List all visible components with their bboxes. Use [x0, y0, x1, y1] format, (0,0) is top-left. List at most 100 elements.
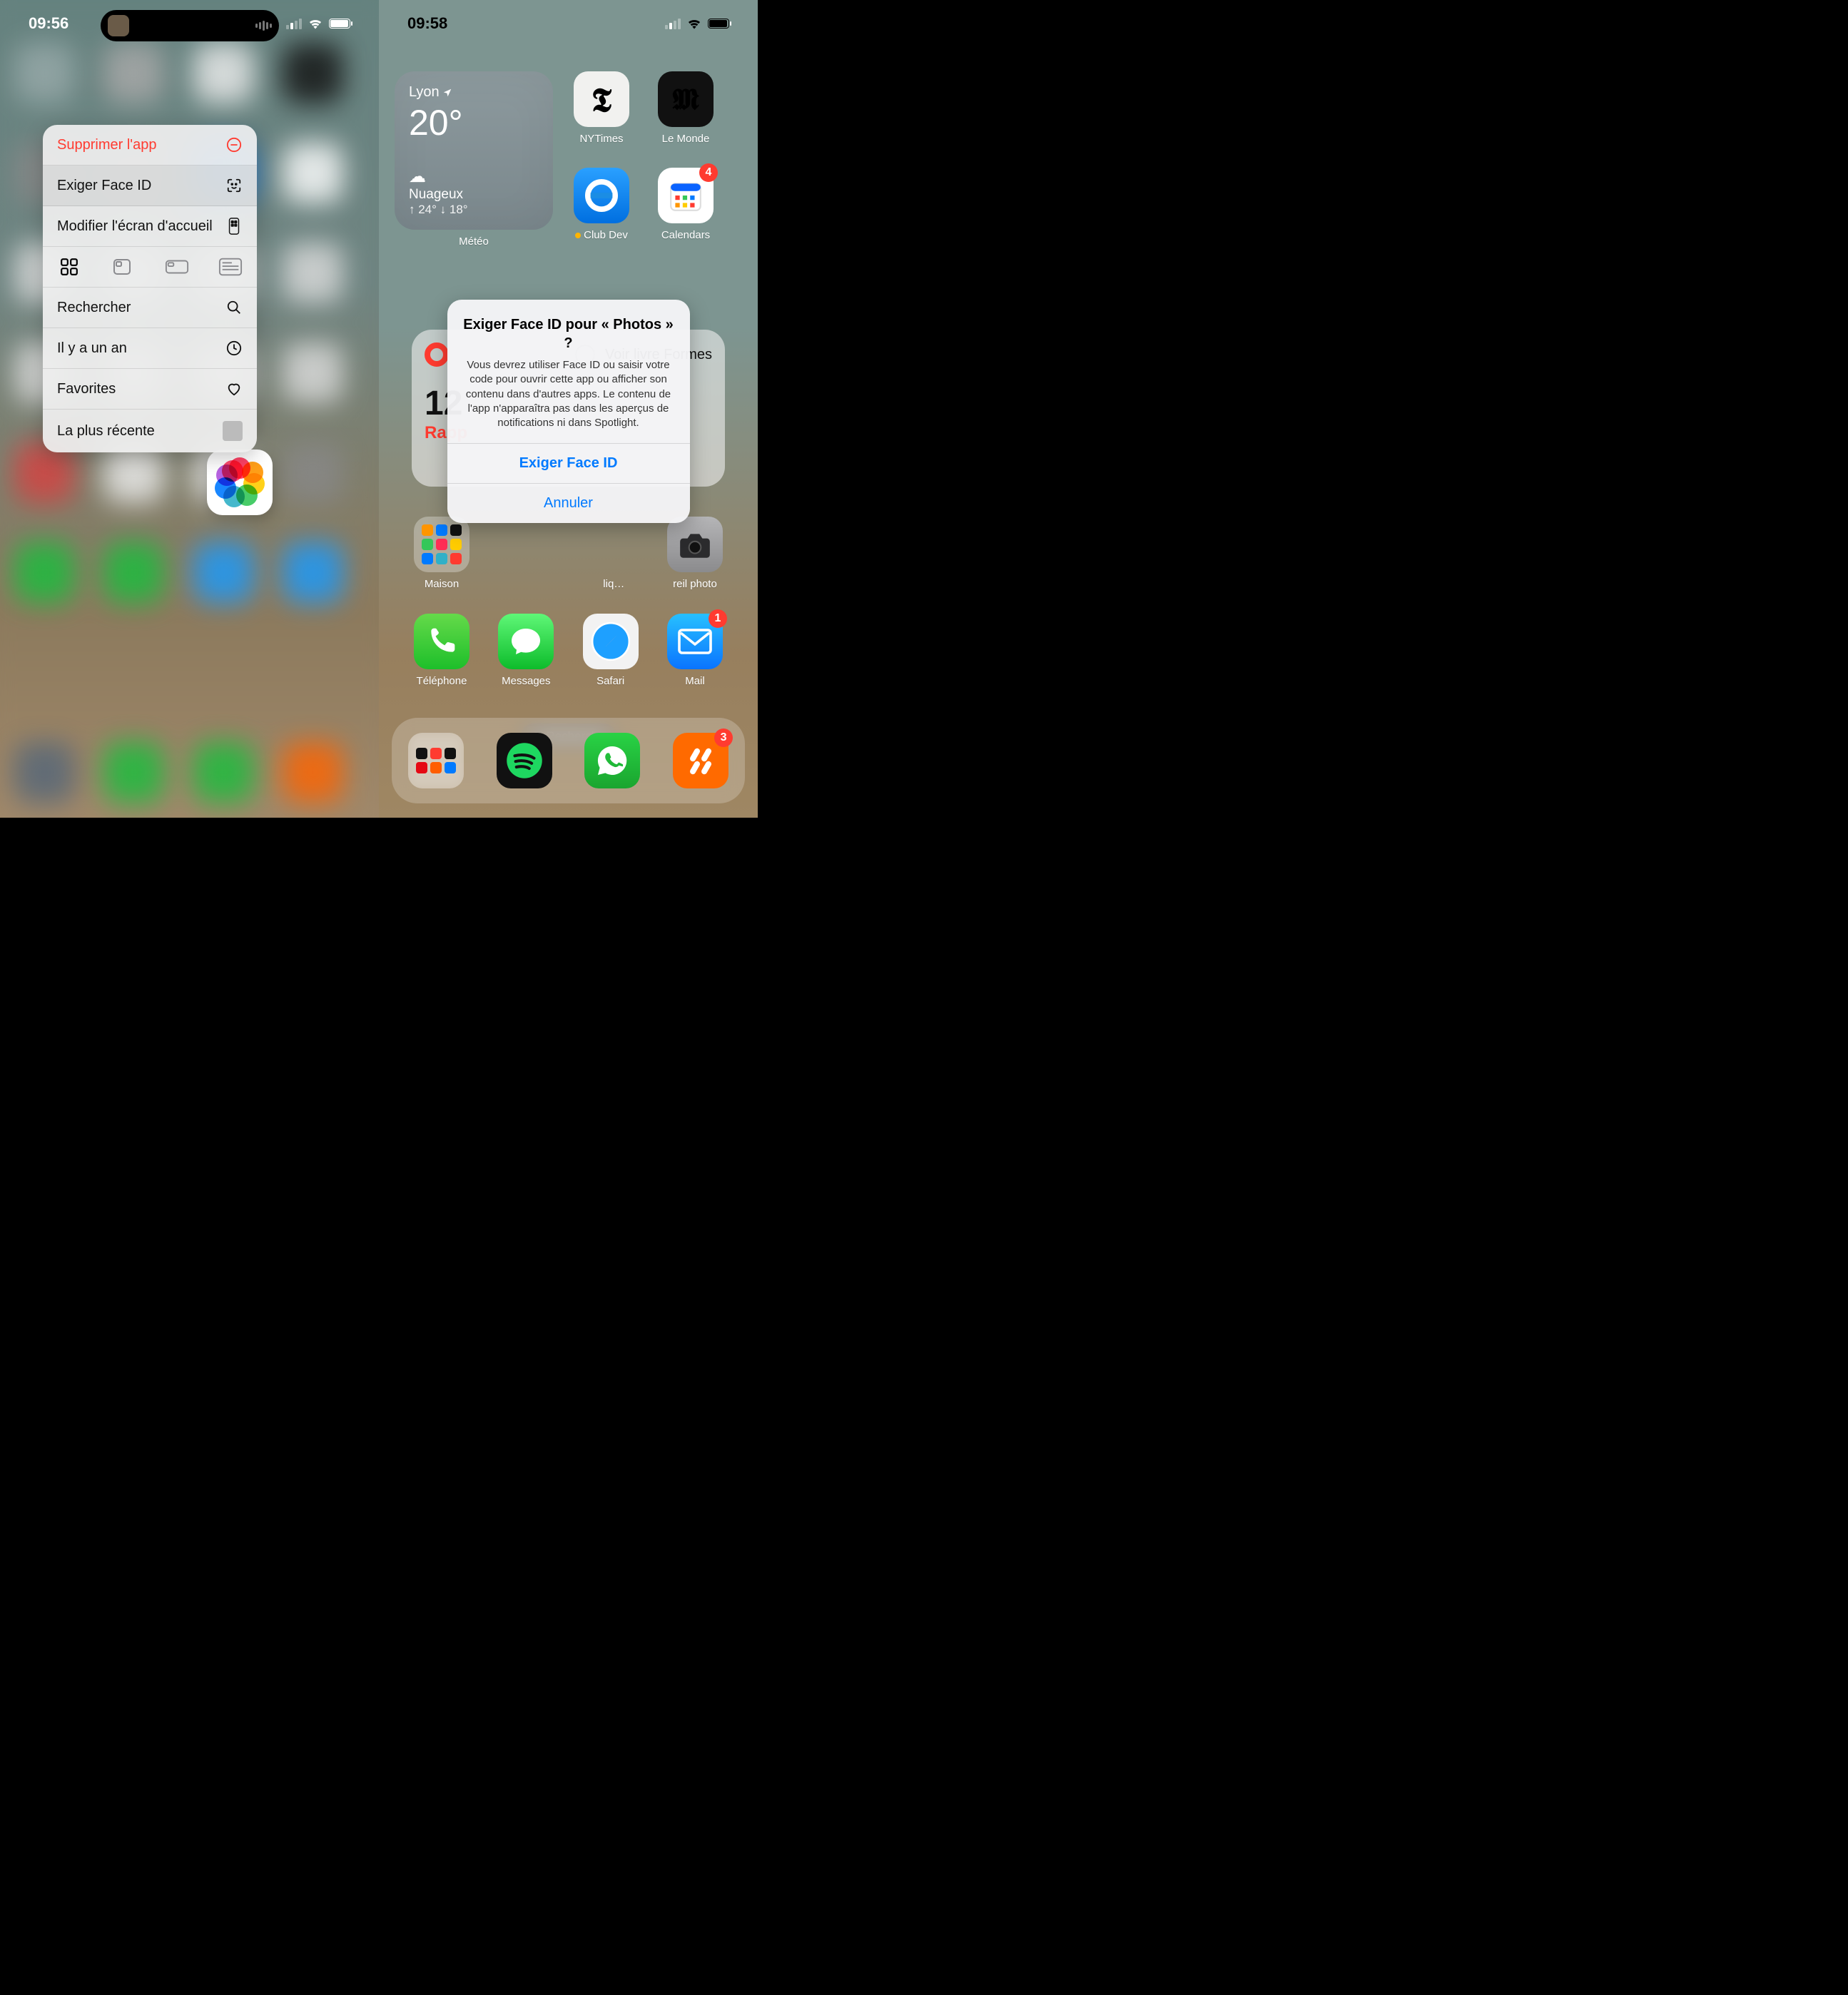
weather-range: ↑ 24° ↓ 18° [409, 203, 468, 217]
app-label: Maison [410, 578, 473, 590]
status-bar: 09:58 [379, 14, 758, 33]
dock-folder[interactable] [405, 733, 467, 788]
calendars-icon: 4 [658, 168, 714, 223]
safari-icon [583, 614, 639, 669]
heart-icon [225, 380, 243, 397]
ctx-favorites[interactable]: Favorites [43, 369, 257, 410]
app-label: Messages [502, 675, 550, 687]
photos-icon [215, 457, 265, 507]
clubdev-icon [574, 168, 629, 223]
ctx-year-ago[interactable]: Il y a un an [43, 328, 257, 369]
app-label: Mail [685, 675, 705, 687]
app-photos[interactable] [207, 450, 273, 515]
ctx-label: Il y a un an [57, 340, 127, 357]
camera-icon [667, 517, 723, 572]
cloud-icon: ☁︎ [409, 166, 468, 187]
faceid-icon [225, 177, 243, 194]
badge: 4 [699, 163, 718, 182]
weather-widget[interactable]: Lyon 20° ☁︎ Nuageux ↑ 24° ↓ 18° [395, 71, 553, 230]
lemonde-icon: 𝕸 [658, 71, 714, 127]
alert-confirm-button[interactable]: Exiger Face ID [447, 443, 690, 483]
dock: 3 [392, 718, 745, 803]
app-label: reil photo [664, 578, 726, 590]
app-messages[interactable]: Messages [494, 614, 557, 687]
apps-icon [225, 218, 243, 235]
status-time: 09:56 [29, 14, 68, 33]
app-label: Club Dev [575, 229, 628, 241]
app-clubdev[interactable]: Club Dev [570, 168, 633, 248]
widget-size-square-icon[interactable] [111, 257, 135, 277]
app-label: Safari [596, 675, 624, 687]
nytimes-icon: 𝕿 [574, 71, 629, 127]
phone-left: 09:56 Supprimer l'app Exiger Face ID [0, 0, 379, 818]
ctx-label: Favorites [57, 381, 116, 397]
ctx-label: Supprimer l'app [57, 137, 156, 153]
app-nytimes[interactable]: 𝕿 NYTimes [570, 71, 633, 152]
phone-right: 09:58 .phone.right .status-bar{color:#00… [379, 0, 758, 818]
ctx-label: Rechercher [57, 300, 131, 316]
badge: 1 [709, 609, 727, 628]
phone-icon [414, 614, 469, 669]
audio-bars-icon [255, 21, 272, 31]
cellular-icon [665, 19, 681, 29]
ctx-widget-sizes [43, 247, 257, 288]
ctx-delete-app[interactable]: Supprimer l'app [43, 125, 257, 166]
app-clipped-1[interactable]: liq… [592, 517, 635, 590]
mail-icon: 1 [667, 614, 723, 669]
alert-body: Vous devrez utiliser Face ID ou saisir v… [447, 355, 690, 443]
weather-city: Lyon [409, 84, 539, 101]
whatsapp-icon [584, 733, 640, 788]
app-label: Calendars [661, 229, 710, 241]
alert-cancel-button[interactable]: Annuler [447, 483, 690, 523]
ctx-search[interactable]: Rechercher [43, 288, 257, 328]
folder-icon [408, 733, 464, 788]
battery-icon [329, 19, 350, 29]
system-alert: Exiger Face ID pour « Photos » ? Vous de… [447, 300, 690, 523]
wifi-icon [308, 18, 323, 29]
folder-maison[interactable]: Maison [410, 517, 473, 590]
weather-temp: 20° [409, 102, 539, 143]
ctx-label: La plus récente [57, 423, 155, 440]
badge: 3 [714, 729, 733, 747]
dynamic-island[interactable] [101, 10, 279, 41]
app-label: Le Monde [662, 133, 710, 145]
recent-photo-thumb [223, 421, 243, 441]
widget-size-large-icon[interactable] [218, 257, 243, 277]
widget-size-medium-icon[interactable] [165, 257, 189, 277]
weather-condition: Nuageux [409, 187, 468, 203]
app-phone[interactable]: Téléphone [410, 614, 473, 687]
wifi-icon [686, 18, 702, 29]
clock-icon [225, 340, 243, 357]
search-icon [225, 299, 243, 316]
ctx-most-recent[interactable]: La plus récente [43, 410, 257, 452]
widget-label: Météo [459, 235, 489, 248]
app-label: liq… [592, 578, 635, 590]
app-lemonde[interactable]: 𝕸 Le Monde [654, 71, 717, 152]
reminders-app-icon [425, 342, 449, 367]
minus-circle-icon [225, 136, 243, 153]
update-dot-icon [575, 233, 581, 238]
dock-app-orange[interactable]: 3 [669, 733, 732, 788]
app-label: NYTimes [579, 133, 623, 145]
app-label: Téléphone [417, 675, 467, 687]
location-icon [442, 88, 452, 98]
now-playing-thumb [108, 15, 129, 36]
app-safari[interactable]: Safari [579, 614, 642, 687]
app-camera[interactable]: reil photo [664, 517, 726, 590]
context-menu: Supprimer l'app Exiger Face ID Modifier … [43, 125, 257, 452]
orange-app-icon: 3 [673, 733, 728, 788]
spotify-icon [497, 733, 552, 788]
ctx-edit-home[interactable]: Modifier l'écran d'accueil [43, 206, 257, 247]
ctx-label: Modifier l'écran d'accueil [57, 218, 213, 235]
app-mail[interactable]: 1 Mail [664, 614, 726, 687]
battery-icon [708, 19, 729, 29]
dock-whatsapp[interactable] [581, 733, 644, 788]
app-calendars[interactable]: 4 Calendars [654, 168, 717, 248]
dock-spotify[interactable] [493, 733, 556, 788]
widget-size-small-icon[interactable] [57, 257, 81, 277]
status-time: 09:58 [407, 14, 447, 33]
messages-icon [498, 614, 554, 669]
cellular-icon [286, 19, 302, 29]
ctx-label: Exiger Face ID [57, 178, 151, 194]
ctx-require-faceid[interactable]: Exiger Face ID [43, 166, 257, 206]
